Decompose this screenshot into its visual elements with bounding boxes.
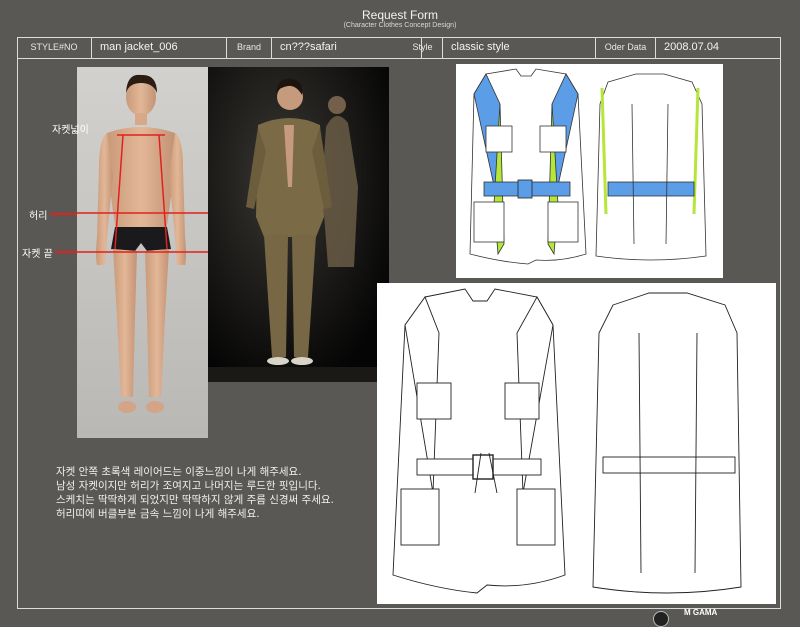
form-title: Request Form [361,8,439,22]
body-reference-image [77,67,208,438]
style-value: classic style [443,37,596,59]
note-line: 허리띠에 버클부분 금속 느낌이 나게 해주세요. [56,508,260,520]
note-line: 남성 자켓이지만 허리가 조여지고 나머지는 루드한 핏입니다. [56,480,321,492]
order-date-label: Oder Data [596,37,656,59]
jacket-end-guide-line [55,251,77,253]
line-flat-sketch [377,283,776,604]
line-vest-sketch [392,288,742,594]
colored-vest-sketch [469,68,707,265]
footer-brand: M GAMA [684,608,718,617]
waist-guide-line [50,213,77,215]
note-line: 자켓 안쪽 초록색 레이어드는 이중느낌이 나게 해주세요. [56,466,302,478]
order-date-value: 2008.07.04 [656,37,781,59]
brand-value: cn???safari [272,37,422,59]
colored-flat-sketch [456,64,723,278]
waist-label: 허리 [29,211,48,222]
brand-logo-icon [653,611,669,627]
form-subtitle: (Character Clothes Concept Design) [343,22,457,29]
form-header: Request Form (Character Clothes Concept … [0,8,800,29]
style-no-label: STYLE#NO [17,37,92,59]
info-row: STYLE#NO man jacket_006 Brand cn???safar… [17,37,781,59]
runway-model-illustration [208,67,389,382]
jacket-width-label: 자켓넓이 [52,125,89,136]
male-figure-illustration [77,67,208,438]
design-notes: 자켓 안쪽 초록색 레이어드는 이중느낌이 나게 해주세요. 남성 자켓이지만 … [56,465,334,521]
brand-label: Brand [227,37,272,59]
note-line: 스케치는 딱딱하게 되었지만 딱딱하지 않게 주름 신경써 주세요. [56,494,334,506]
style-no-value: man jacket_006 [92,37,227,59]
runway-photo [208,67,389,382]
style-label: Style [403,37,443,59]
jacket-end-label: 자켓 끝 [22,249,53,260]
